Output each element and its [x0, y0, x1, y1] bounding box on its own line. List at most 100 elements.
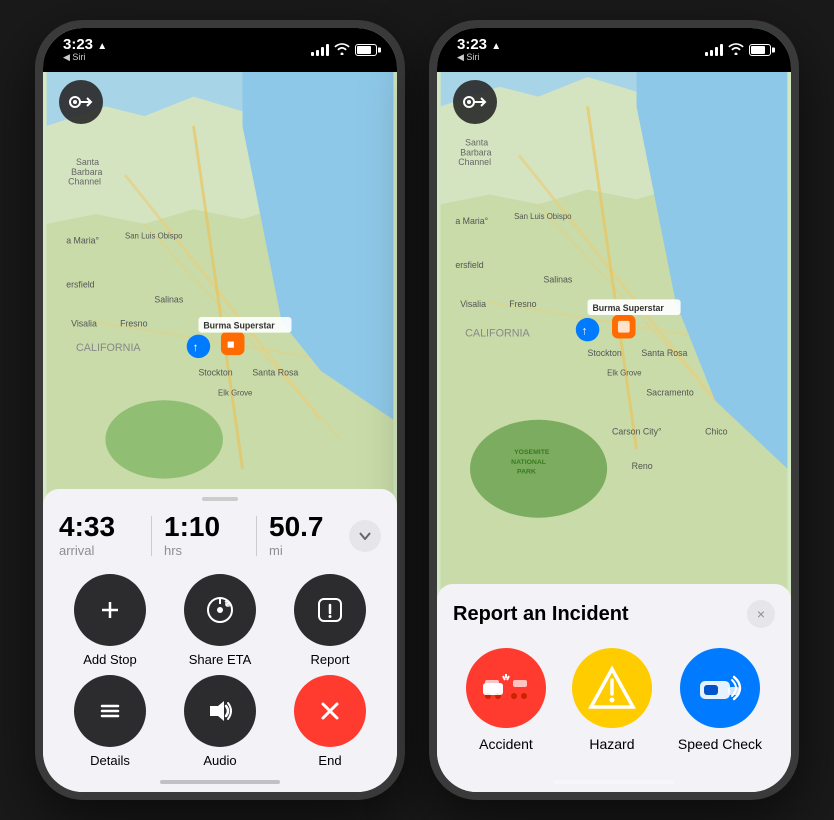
- share-eta-item: Share ETA: [169, 574, 271, 667]
- arrival-label: arrival: [59, 543, 139, 558]
- svg-text:↑: ↑: [193, 341, 199, 354]
- end-button[interactable]: [294, 675, 366, 747]
- accident-item: Accident: [466, 648, 546, 752]
- svg-text:Visalia: Visalia: [460, 299, 486, 309]
- svg-text:San Luis Obispo: San Luis Obispo: [125, 232, 183, 241]
- add-stop-item: Add Stop: [59, 574, 161, 667]
- status-left-1: 3:23 ▲ ◀ Siri: [63, 37, 107, 63]
- wifi-icon-1: [334, 43, 350, 58]
- share-eta-label: Share ETA: [189, 652, 252, 667]
- end-label: End: [318, 753, 341, 768]
- phone-2: 3:23 ▲ ◀ Siri: [429, 20, 799, 800]
- phone-1: 3:23 ▲ ◀ Siri: [35, 20, 405, 800]
- svg-text:ersfield: ersfield: [66, 280, 94, 290]
- svg-text:Stockton: Stockton: [588, 348, 622, 358]
- add-stop-button[interactable]: [74, 574, 146, 646]
- report-item: Report: [279, 574, 381, 667]
- speed-check-item: Speed Check: [678, 648, 762, 752]
- svg-text:Carson City°: Carson City°: [612, 426, 661, 436]
- notch-1: [157, 28, 283, 56]
- svg-text:↑: ↑: [582, 325, 588, 338]
- svg-text:CALIFORNIA: CALIFORNIA: [76, 342, 141, 354]
- svg-text:■: ■: [227, 336, 235, 351]
- mi-stat: 50.7 mi: [269, 513, 349, 558]
- divider-1: [151, 516, 152, 556]
- hazard-label: Hazard: [589, 736, 634, 752]
- bottom-panel-1: 4:33 arrival 1:10 hrs 50.7 mi: [43, 489, 397, 792]
- wifi-icon-2: [728, 43, 744, 58]
- accident-label: Accident: [479, 736, 533, 752]
- hrs-value: 1:10: [164, 513, 244, 541]
- svg-text:Chico: Chico: [705, 426, 728, 436]
- svg-text:a Maria°: a Maria°: [66, 235, 99, 245]
- arrival-stat: 4:33 arrival: [59, 513, 139, 558]
- audio-button[interactable]: [184, 675, 256, 747]
- accident-button[interactable]: [466, 648, 546, 728]
- incident-grid: Accident Hazard: [453, 648, 775, 752]
- report-label: Report: [310, 652, 349, 667]
- mi-label: mi: [269, 543, 349, 558]
- svg-text:Fresno: Fresno: [120, 319, 147, 329]
- svg-text:Burma Superstar: Burma Superstar: [592, 303, 664, 313]
- svg-text:Channel: Channel: [458, 157, 491, 167]
- report-button[interactable]: [294, 574, 366, 646]
- svg-text:Salinas: Salinas: [154, 294, 183, 304]
- siri-label-1: ◀ Siri: [63, 52, 85, 63]
- svg-text:Barbara: Barbara: [71, 167, 102, 177]
- battery-icon-2: [749, 44, 771, 56]
- add-stop-label: Add Stop: [83, 652, 137, 667]
- details-button[interactable]: [74, 675, 146, 747]
- battery-icon-1: [355, 44, 377, 56]
- svg-text:Fresno: Fresno: [509, 299, 536, 309]
- nav-back-button-1[interactable]: [59, 80, 103, 124]
- svg-text:Elk Grove: Elk Grove: [607, 369, 641, 378]
- svg-text:San Luis Obispo: San Luis Obispo: [514, 212, 572, 221]
- svg-text:Visalia: Visalia: [71, 319, 97, 329]
- status-icons-1: [311, 43, 377, 58]
- audio-label: Audio: [203, 753, 236, 768]
- expand-button[interactable]: [349, 520, 381, 552]
- details-label: Details: [90, 753, 130, 768]
- svg-text:Burma Superstar: Burma Superstar: [203, 321, 275, 331]
- arrival-value: 4:33: [59, 513, 139, 541]
- svg-text:NATIONAL: NATIONAL: [511, 459, 546, 466]
- svg-text:Barbara: Barbara: [460, 147, 491, 157]
- svg-text:a Maria°: a Maria°: [455, 216, 488, 226]
- hrs-label: hrs: [164, 543, 244, 558]
- nav-back-button-2[interactable]: [453, 80, 497, 124]
- details-item: Details: [59, 675, 161, 768]
- svg-text:Santa: Santa: [76, 157, 99, 167]
- svg-text:Santa Rosa: Santa Rosa: [252, 368, 298, 378]
- status-left-2: 3:23 ▲ ◀ Siri: [457, 37, 501, 63]
- hrs-stat: 1:10 hrs: [164, 513, 244, 558]
- nav-info-1: 4:33 arrival 1:10 hrs 50.7 mi: [43, 513, 397, 574]
- signal-icon-2: [705, 44, 723, 56]
- svg-text:Santa: Santa: [465, 138, 488, 148]
- notch-2: [551, 28, 677, 56]
- svg-text:ersfield: ersfield: [455, 260, 483, 270]
- divider-2: [256, 516, 257, 556]
- signal-icon-1: [311, 44, 329, 56]
- action-grid-1: Add Stop Share ETA: [43, 574, 397, 768]
- siri-label-2: ◀ Siri: [457, 52, 479, 63]
- svg-text:Reno: Reno: [632, 461, 653, 471]
- svg-text:Channel: Channel: [68, 177, 101, 187]
- svg-text:YOSEMITE: YOSEMITE: [514, 449, 550, 456]
- incident-panel: Report an Incident ×: [437, 584, 791, 792]
- svg-text:Salinas: Salinas: [543, 275, 572, 285]
- svg-text:Stockton: Stockton: [198, 368, 232, 378]
- incident-title: Report an Incident: [453, 603, 629, 626]
- home-indicator-1: [160, 780, 280, 784]
- time-display-2: 3:23 ▲: [457, 37, 501, 52]
- incident-header: Report an Incident ×: [453, 600, 775, 628]
- hazard-item: Hazard: [572, 648, 652, 752]
- incident-close-button[interactable]: ×: [747, 600, 775, 628]
- status-icons-2: [705, 43, 771, 58]
- speed-check-button[interactable]: [680, 648, 760, 728]
- svg-text:PARK: PARK: [517, 469, 536, 476]
- share-eta-button[interactable]: [184, 574, 256, 646]
- audio-item: Audio: [169, 675, 271, 768]
- svg-text:CALIFORNIA: CALIFORNIA: [465, 328, 530, 340]
- svg-text:Elk Grove: Elk Grove: [218, 388, 252, 397]
- hazard-button[interactable]: [572, 648, 652, 728]
